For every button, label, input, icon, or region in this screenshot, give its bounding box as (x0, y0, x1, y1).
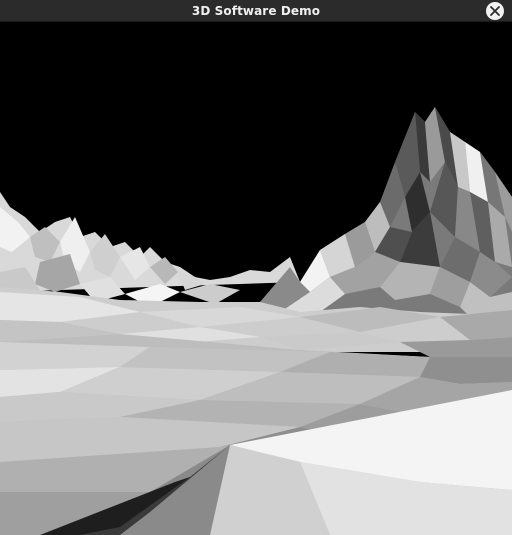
title-bar[interactable]: 3D Software Demo (0, 0, 512, 22)
render-viewport[interactable] (0, 22, 512, 535)
terrain-render (0, 22, 512, 535)
close-button[interactable] (486, 2, 504, 20)
window-title: 3D Software Demo (191, 3, 321, 18)
close-icon (489, 2, 501, 21)
app-window: 3D Software Demo (0, 0, 512, 535)
